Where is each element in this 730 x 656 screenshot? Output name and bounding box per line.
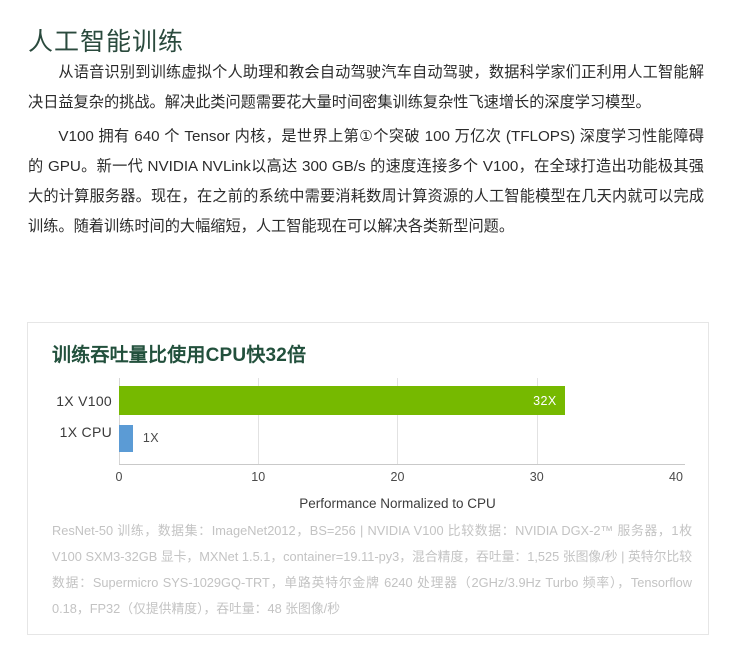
- chart-card: 训练吞吐量比使用CPU快32倍 1X V100 1X CPU 32X 1X 01…: [27, 322, 709, 635]
- bar-value-cpu: 1X: [142, 431, 160, 445]
- x-axis-baseline: [119, 464, 685, 465]
- paragraph-1: 从语音识别到训练虚拟个人助理和教会自动驾驶汽车自动驾驶，数据科学家们正利用人工智…: [28, 64, 704, 111]
- chart-title: 训练吞吐量比使用CPU快32倍: [52, 345, 307, 366]
- x-axis-tick-labels: 0 10 20 30 40: [115, 470, 683, 490]
- category-axis-labels: 1X V100 1X CPU: [36, 382, 112, 468]
- page-title: 人工智能训练: [28, 27, 185, 56]
- bar-value-v100: 32X: [533, 393, 557, 408]
- category-label-v100: 1X V100: [56, 393, 112, 409]
- category-label-cpu: 1X CPU: [59, 424, 112, 440]
- x-axis-title: Performance Normalized to CPU: [299, 496, 496, 511]
- bar-v100: 32X: [119, 386, 565, 415]
- x-tick-10: 10: [251, 470, 266, 484]
- article-body: 从语音识别到训练虚拟个人助理和教会自动驾驶汽车自动驾驶，数据科学家们正利用人工智…: [28, 58, 704, 246]
- article-page: 人工智能训练 从语音识别到训练虚拟个人助理和教会自动驾驶汽车自动驾驶，数据科学家…: [0, 0, 730, 656]
- x-tick-0: 0: [115, 470, 123, 484]
- x-tick-20: 20: [390, 470, 405, 484]
- bar-chart: 1X V100 1X CPU 32X 1X 0 10 20 30 40 Performa…: [28, 378, 710, 513]
- paragraph-2: V100 拥有 640 个 Tensor 内核，是世界上第①个突破 100 万亿…: [28, 128, 704, 235]
- x-tick-30: 30: [529, 470, 544, 484]
- chart-footnote: ResNet-50 训练，数据集：ImageNet2012，BS=256 | N…: [52, 523, 693, 616]
- plot-area: 32X 1X: [119, 378, 676, 464]
- bar-cpu: [119, 425, 133, 452]
- x-tick-40: 40: [669, 470, 683, 484]
